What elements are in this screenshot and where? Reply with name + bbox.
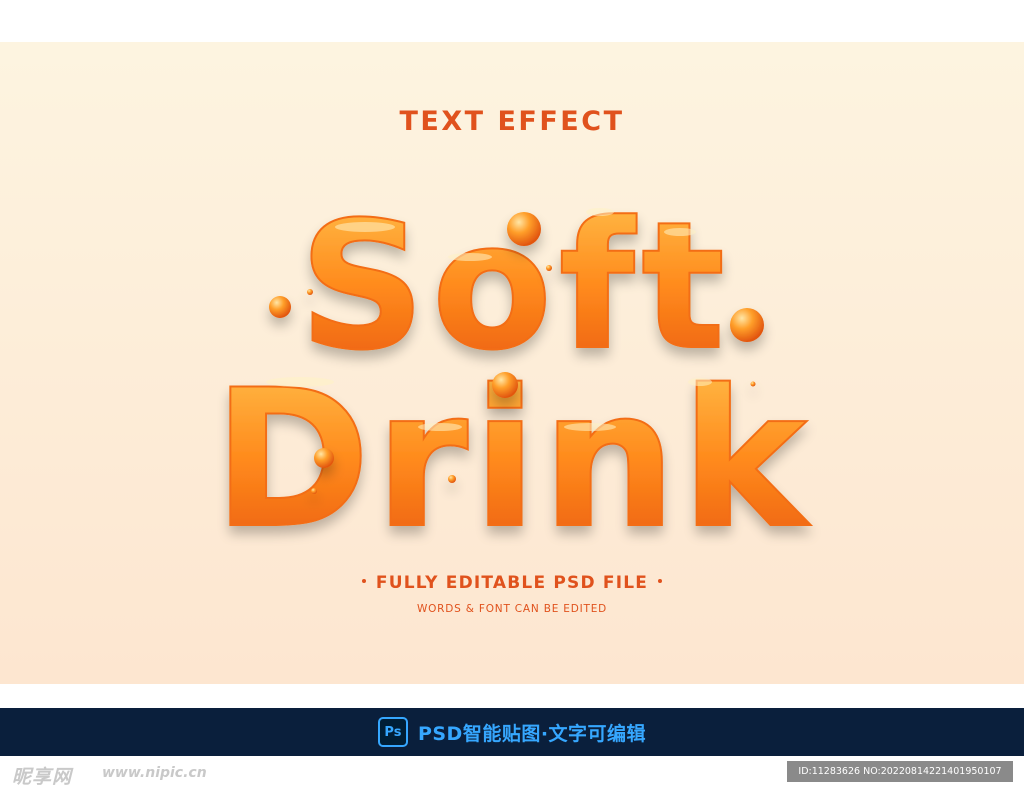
subtitle-line: FULLY EDITABLE PSD FILE xyxy=(0,573,1024,593)
bullet-dot-right xyxy=(658,579,663,583)
banner-text: PSD智能贴图·文字可编辑 xyxy=(417,722,647,745)
bullet-dot-left xyxy=(361,579,366,583)
psd-banner: Ps PSD智能贴图·文字可编辑 xyxy=(0,708,1024,756)
image-id-strip: ID:11283626 NO:20220814221401950107 xyxy=(787,761,1013,782)
droplet xyxy=(730,308,764,342)
droplet xyxy=(311,488,317,494)
footer-bar: 昵享网 www.nipic.cn ID:11283626 NO:20220814… xyxy=(0,756,1024,792)
photoshop-icon: Ps xyxy=(377,717,408,747)
photoshop-icon-label: Ps xyxy=(384,724,402,740)
droplet xyxy=(507,212,541,246)
tagline: WORDS & FONT CAN BE EDITED xyxy=(416,603,608,615)
watermark-logo: 昵享网 xyxy=(12,766,73,788)
droplet xyxy=(546,265,552,271)
page: TEXT EFFECT Soft Drink FULLY EDITABLE PS… xyxy=(0,0,1024,792)
droplet xyxy=(269,296,291,318)
droplet xyxy=(314,448,334,468)
droplet xyxy=(750,381,756,387)
poster-artwork: TEXT EFFECT Soft Drink FULLY EDITABLE PS… xyxy=(0,42,1024,684)
watermark-url: www.nipic.cn xyxy=(102,765,207,781)
subtitle-text: FULLY EDITABLE PSD FILE xyxy=(375,573,649,593)
droplet xyxy=(448,475,456,483)
droplet xyxy=(307,289,313,295)
droplet xyxy=(492,372,518,398)
